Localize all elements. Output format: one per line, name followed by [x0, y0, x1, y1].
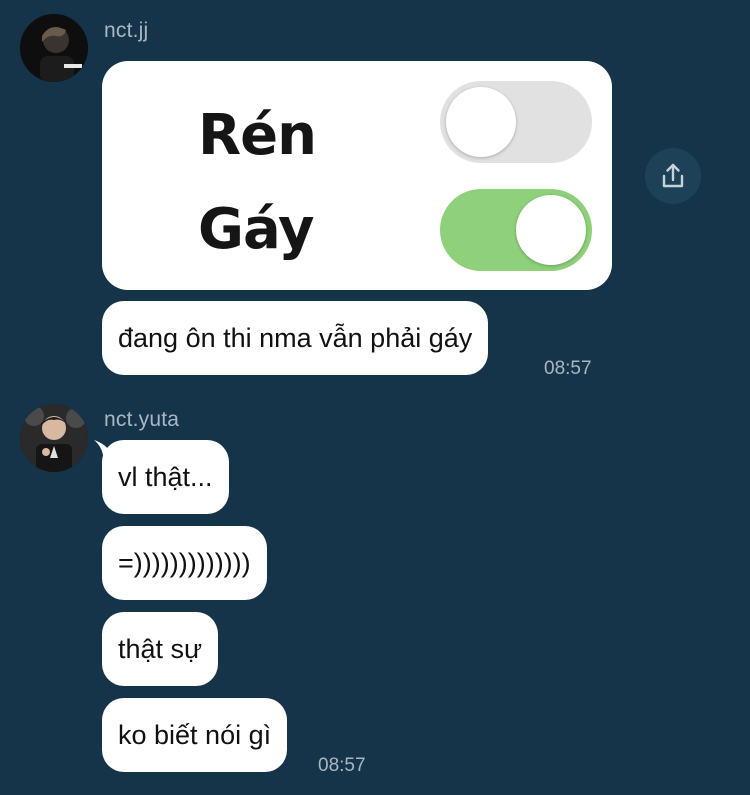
toggle-ren-off [440, 81, 592, 163]
message-bubble[interactable]: vl thật... [102, 440, 229, 514]
toggle-label-gay: Gáy [198, 197, 315, 262]
sender-name: nct.jj [104, 19, 149, 42]
message-bubble[interactable]: đang ôn thi nma vẫn phải gáy [102, 301, 489, 375]
share-icon [662, 163, 684, 188]
message-time: 08:57 [544, 358, 592, 379]
toggle-knob [516, 195, 586, 265]
share-button[interactable] [645, 148, 701, 204]
message-bubble[interactable]: =))))))))))))) [102, 526, 267, 600]
image-message[interactable]: Rén Gáy [102, 61, 612, 290]
sender-name: nct.yuta [104, 408, 180, 431]
message-time: 08:57 [318, 755, 366, 776]
avatar-nct-yuta[interactable] [20, 404, 88, 472]
toggle-knob [446, 87, 516, 157]
toggle-gay-on [440, 189, 592, 271]
toggle-label-ren: Rén [198, 103, 317, 168]
message-bubble[interactable]: ko biết nói gì [102, 698, 288, 772]
avatar-nct-jj[interactable] [20, 14, 88, 82]
message-bubble[interactable]: thật sự [102, 612, 219, 686]
